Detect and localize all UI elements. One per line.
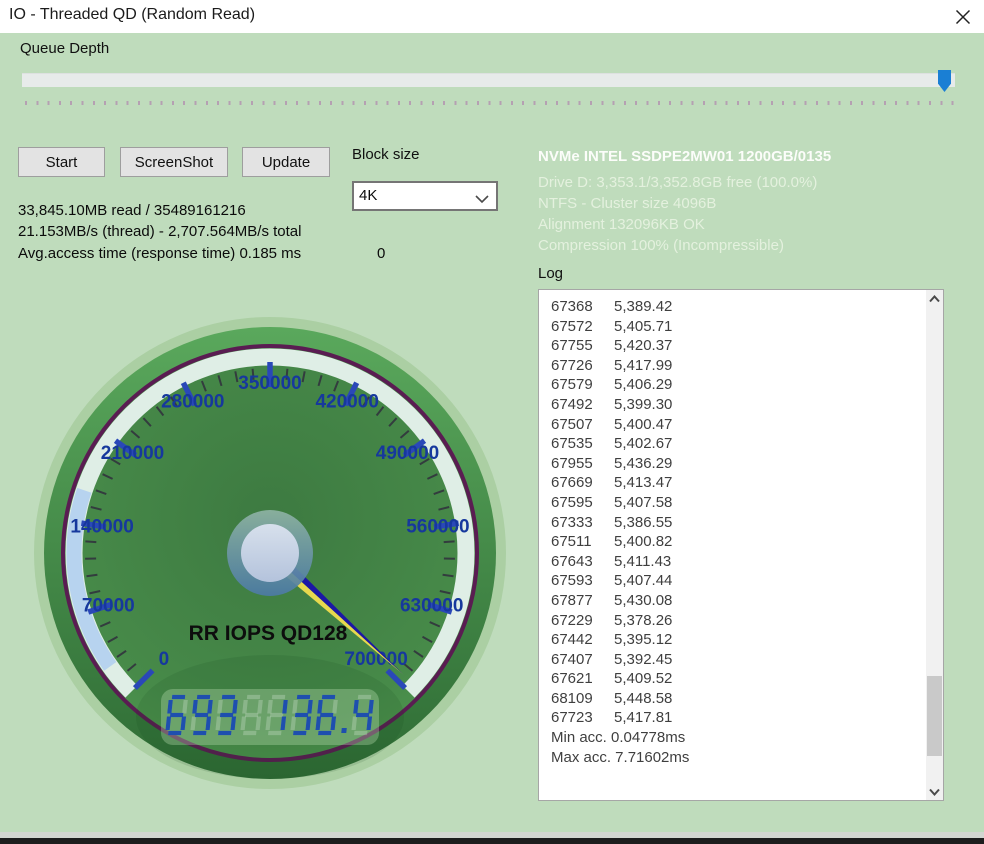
log-row: 67507 5,400.47	[551, 415, 673, 433]
slider-tick-marks	[25, 101, 955, 105]
drive-filesystem: NTFS - Cluster size 4096B	[538, 195, 717, 212]
log-row: 67669 5,413.47	[551, 474, 673, 492]
queue-depth-slider-thumb[interactable]	[938, 70, 951, 92]
stat-access-time: Avg.access time (response time) 0.185 ms	[18, 245, 302, 262]
log-row: 67755 5,420.37	[551, 337, 673, 355]
queue-depth-label: Queue Depth	[20, 40, 110, 57]
drive-alignment: Alignment 132096KB OK	[538, 216, 705, 233]
stat-throughput: 21.153MB/s (thread) - 2,707.564MB/s tota…	[18, 223, 302, 240]
log-row: 67726 5,417.99	[551, 356, 673, 374]
log-row: 67535 5,402.67	[551, 435, 673, 453]
svg-text:70000: 70000	[82, 596, 135, 617]
scrollbar-track[interactable]	[926, 290, 943, 800]
log-row: 67955 5,436.29	[551, 454, 673, 472]
log-footer-row: Min acc. 0.04778ms	[551, 729, 686, 747]
pending-counter: 0	[377, 245, 386, 262]
log-row: 67572 5,405.71	[551, 317, 673, 335]
drive-capacity: Drive D: 3,353.1/3,352.8GB free (100.0%)	[538, 174, 818, 191]
svg-text:490000: 490000	[376, 443, 439, 464]
svg-text:140000: 140000	[70, 516, 133, 537]
log-row: 67621 5,409.52	[551, 670, 673, 688]
block-size-value: 4K	[359, 187, 378, 204]
log-row: 67643 5,411.43	[551, 552, 672, 570]
svg-text:RR IOPS QD128: RR IOPS QD128	[189, 622, 348, 645]
svg-text:280000: 280000	[161, 392, 224, 413]
svg-text:0: 0	[159, 649, 170, 670]
close-icon[interactable]	[953, 7, 973, 27]
window-bottom-shadow	[0, 838, 984, 844]
scrollbar-thumb[interactable]	[927, 676, 942, 756]
log-row: 67593 5,407.44	[551, 572, 673, 590]
log-row: 67579 5,406.29	[551, 376, 673, 394]
log-footer-row: Max acc. 7.71602ms	[551, 748, 690, 766]
stat-read-total: 33,845.10MB read / 35489161216	[18, 202, 246, 219]
titlebar: IO - Threaded QD (Random Read)	[0, 0, 984, 33]
log-row: 67407 5,392.45	[551, 650, 673, 668]
log-row: 67511 5,400.82	[551, 533, 673, 551]
log-box[interactable]: 67368 5,389.42 67572 5,405.71 67755 5,420.37 6…	[538, 289, 944, 801]
scrollbar-up-button[interactable]	[926, 290, 943, 307]
screenshot-button[interactable]: ScreenShot	[120, 147, 228, 177]
log-row: 67877 5,430.08	[551, 591, 673, 609]
queue-depth-slider-track[interactable]	[22, 73, 955, 87]
chevron-down-icon	[475, 191, 489, 209]
log-row: 67442 5,395.12	[551, 631, 673, 649]
log-row: 67368 5,389.42	[551, 298, 673, 315]
svg-text:630000: 630000	[400, 596, 463, 617]
log-row: 67229 5,378.26	[551, 611, 673, 629]
log-row: 67333 5,386.55	[551, 513, 673, 531]
log-row: 67492 5,399.30	[551, 395, 673, 413]
start-button[interactable]: Start	[18, 147, 105, 177]
svg-text:350000: 350000	[238, 373, 301, 394]
block-size-label: Block size	[352, 146, 420, 163]
block-size-select[interactable]: 4K	[352, 181, 498, 211]
window-title: IO - Threaded QD (Random Read)	[9, 6, 256, 23]
chevron-down-icon	[929, 788, 940, 796]
svg-text:210000: 210000	[101, 443, 164, 464]
log-content: 67368 5,389.42 67572 5,405.71 67755 5,420.37 6…	[551, 297, 921, 767]
svg-text:420000: 420000	[315, 392, 378, 413]
svg-text:700000: 700000	[344, 649, 407, 670]
log-row: 67595 5,407.58	[551, 493, 673, 511]
drive-compression: Compression 100% (Incompressible)	[538, 237, 784, 254]
chevron-up-icon	[929, 294, 940, 302]
update-button[interactable]: Update	[242, 147, 330, 177]
svg-text:560000: 560000	[406, 516, 469, 537]
log-row: 68109 5,448.58	[551, 689, 673, 707]
scrollbar-down-button[interactable]	[926, 783, 943, 800]
log-label: Log	[538, 265, 564, 282]
log-row: 67723 5,417.81	[551, 709, 673, 727]
drive-title: NVMe INTEL SSDPE2MW01 1200GB/0135	[538, 148, 832, 165]
iops-gauge: 0 70000 140000 210000 280000 350000 420000 4900…	[34, 317, 506, 789]
